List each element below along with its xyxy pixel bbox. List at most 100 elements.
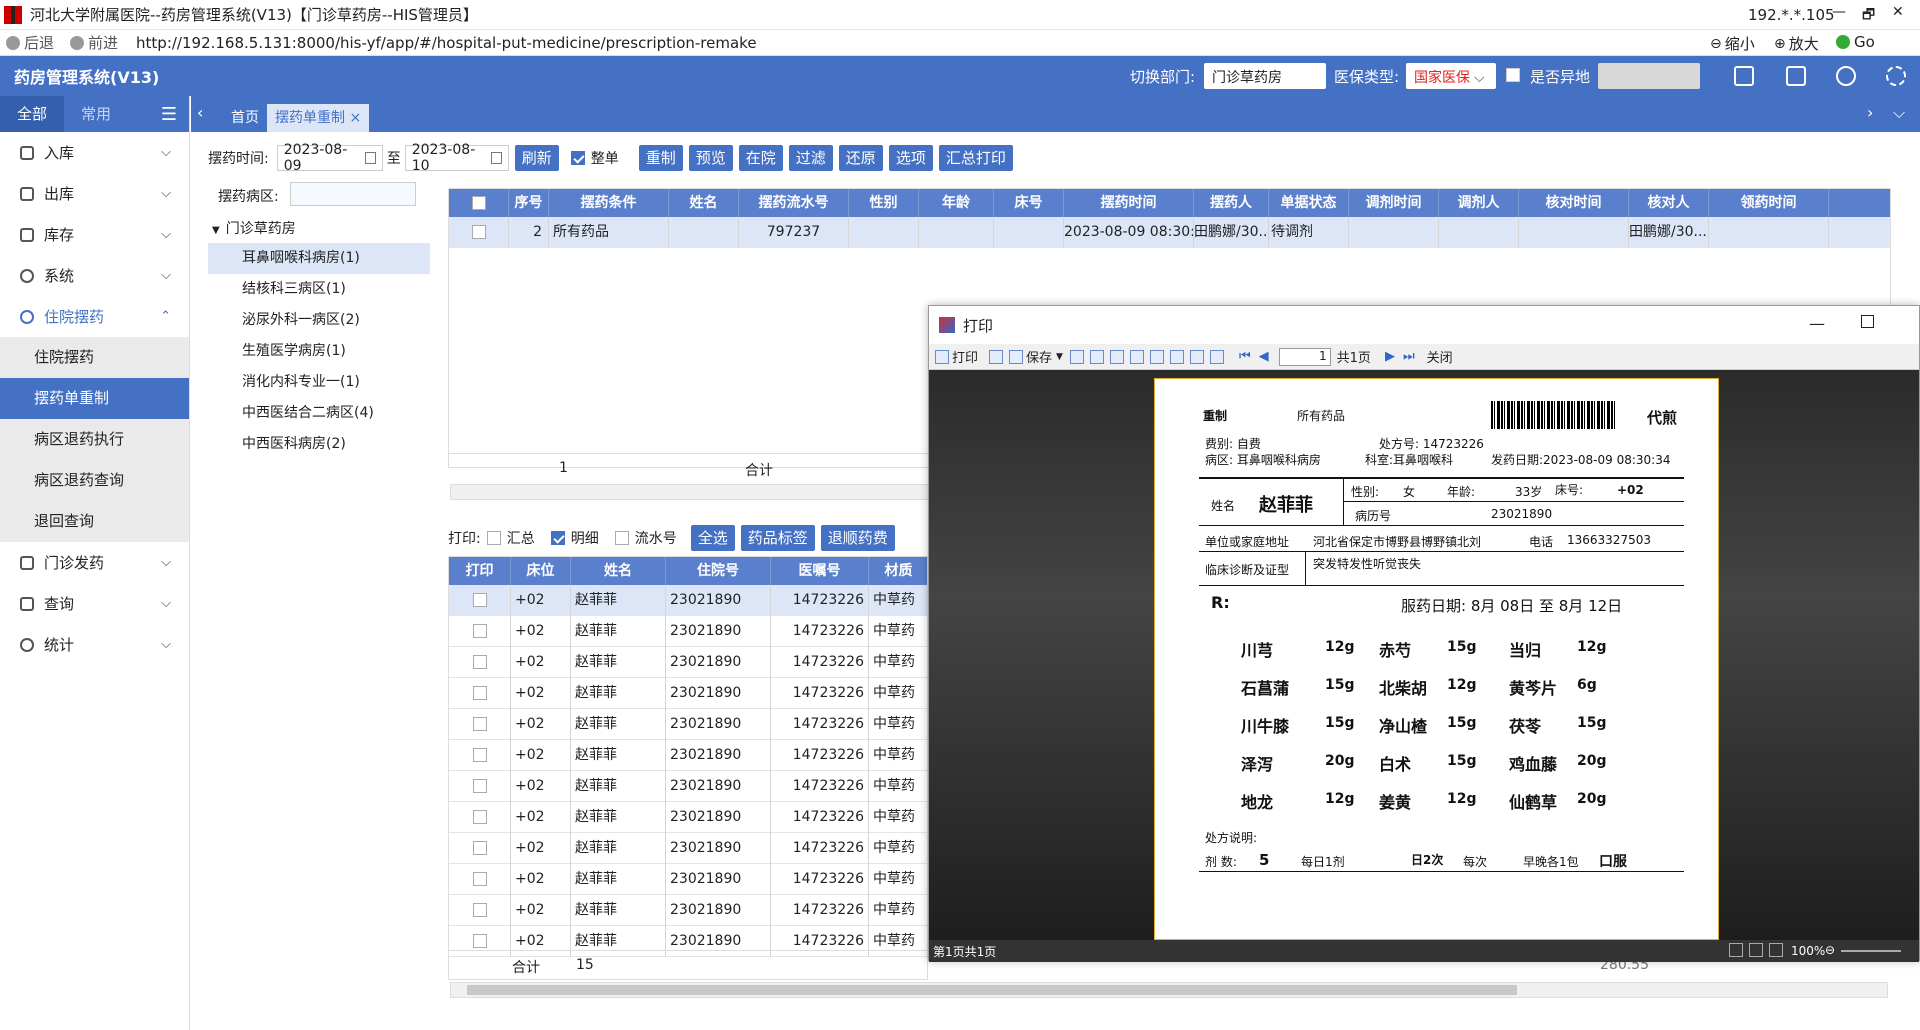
inhospital-button[interactable]: 在院	[738, 145, 783, 171]
back-button[interactable]: 后退	[6, 32, 54, 53]
tree-node[interactable]: 中西医科病房(2)	[208, 429, 430, 460]
find-icon[interactable]	[1089, 349, 1104, 364]
row-checkbox[interactable]	[472, 686, 487, 700]
chevron-right-icon[interactable]: ›	[1867, 103, 1873, 122]
maximize-icon[interactable]	[1861, 315, 1874, 328]
screen-icon[interactable]	[1734, 66, 1754, 86]
table-row[interactable]: +02 赵菲菲 23021890 14723226 中草药	[449, 585, 927, 616]
copy-icon[interactable]	[1169, 349, 1184, 364]
col-header[interactable]: 摆药条件	[549, 189, 669, 217]
row-checkbox[interactable]	[472, 779, 487, 793]
sidebar-tab-common[interactable]: 常用	[64, 96, 128, 132]
eye-icon[interactable]	[1836, 66, 1856, 86]
export-icon[interactable]	[1129, 349, 1144, 364]
summary-checkbox[interactable]	[486, 531, 501, 545]
tree-node[interactable]: 消化内科专业一(1)	[208, 367, 430, 398]
sidebar-subitem[interactable]: 退回查询	[0, 501, 189, 542]
tab-home[interactable]: 首页	[223, 104, 267, 132]
select-all-button[interactable]: 全选	[690, 525, 735, 551]
col-header[interactable]: 姓名	[669, 189, 739, 217]
row-checkbox[interactable]	[472, 841, 487, 855]
tree-node[interactable]: 泌尿外科一病区(2)	[208, 305, 430, 336]
caret-down-icon[interactable]: ▼	[1056, 352, 1063, 362]
refresh-button[interactable]: 刷新	[514, 145, 559, 171]
remake-button[interactable]: 重制	[638, 145, 683, 171]
minimize-icon[interactable]: —	[1809, 314, 1825, 333]
col-header[interactable]: 床位	[511, 557, 571, 585]
sidebar-tab-all[interactable]: 全部	[0, 96, 64, 132]
scrollbar-thumb[interactable]	[467, 985, 1517, 995]
table-row[interactable]: +02 赵菲菲 23021890 14723226 中草药	[449, 709, 927, 740]
tab-remake[interactable]: 摆药单重制 ×	[267, 104, 370, 132]
zoom-in-button[interactable]: ⊕ 放大	[1774, 33, 1819, 54]
preview-button[interactable]: 预览	[688, 145, 733, 171]
settings-icon[interactable]	[1209, 349, 1224, 364]
print-button[interactable]: 打印	[952, 347, 978, 366]
chevron-down-icon[interactable]: ⌵	[1893, 103, 1905, 123]
mail-icon[interactable]	[1069, 349, 1084, 364]
summary-print-button[interactable]: 汇总打印	[938, 145, 1013, 171]
go-button[interactable]: Go	[1836, 33, 1875, 51]
sidebar-item-inpatient[interactable]: 住院摆药 ⌃	[0, 296, 189, 337]
close-button[interactable]: ✕	[1892, 4, 1904, 20]
tree-node[interactable]: 结核科三病区(1)	[208, 274, 430, 305]
whole-checkbox[interactable]	[570, 151, 585, 165]
col-header[interactable]: 摆药流水号	[739, 189, 849, 217]
tree-node[interactable]: 生殖医学病房(1)	[208, 336, 430, 367]
return-fee-button[interactable]: 退顺药费	[820, 525, 895, 551]
dept-select[interactable]: 门诊草药房	[1204, 63, 1326, 89]
row-checkbox[interactable]	[472, 593, 487, 607]
gear-icon[interactable]	[1886, 66, 1906, 86]
row-checkbox[interactable]	[472, 655, 487, 669]
row-checkbox[interactable]	[472, 748, 487, 762]
sidebar-subitem-active[interactable]: 摆药单重制	[0, 378, 189, 419]
edit-icon[interactable]	[1149, 349, 1164, 364]
document-icon[interactable]	[1786, 66, 1806, 86]
first-page-icon[interactable]: ⏮	[1239, 349, 1251, 364]
sidebar-item-system[interactable]: 系统 ⌵	[0, 255, 189, 296]
table-row[interactable]: +02 赵菲菲 23021890 14723226 中草药	[449, 895, 927, 926]
sidebar-item-stock[interactable]: 库存 ⌵	[0, 214, 189, 255]
table-row[interactable]: +02 赵菲菲 23021890 14723226 中草药	[449, 647, 927, 678]
zoom-out-button[interactable]: ⊖ 缩小	[1710, 33, 1755, 54]
insurance-select[interactable]: 国家医保 ⌵	[1406, 63, 1496, 89]
next-page-icon[interactable]: ▶	[1385, 349, 1395, 364]
sidebar-subitem[interactable]: 病区退药查询	[0, 460, 189, 501]
col-header[interactable]: 年龄	[919, 189, 994, 217]
table-row[interactable]: +02 赵菲菲 23021890 14723226 中草药	[449, 740, 927, 771]
close-preview-button[interactable]: 关闭	[1427, 347, 1453, 366]
sidebar-item-outpatient[interactable]: 门诊发药 ⌵	[0, 542, 189, 583]
date-to-input[interactable]: 2023-08-10	[404, 142, 509, 174]
sidebar-item-inbound[interactable]: 入库 ⌵	[0, 132, 189, 173]
col-header[interactable]: 调剂人	[1439, 189, 1519, 217]
col-header[interactable]: 打印	[449, 557, 511, 585]
table-row[interactable]: +02 赵菲菲 23021890 14723226 中草药	[449, 616, 927, 647]
table-row[interactable]: 2 所有药品 797237 2023-08-09 08:30:... 田鹏娜/3…	[449, 217, 1890, 248]
col-header[interactable]: 材质	[869, 557, 927, 585]
row-checkbox[interactable]	[471, 225, 486, 239]
detail-checkbox[interactable]	[550, 531, 565, 545]
prev-page-icon[interactable]: ◀	[1259, 349, 1269, 364]
row-checkbox[interactable]	[472, 872, 487, 886]
col-header[interactable]: 单据状态	[1269, 189, 1349, 217]
chevron-left-icon[interactable]: ‹	[197, 103, 203, 122]
filter-button[interactable]: 过滤	[788, 145, 833, 171]
table-row[interactable]: +02 赵菲菲 23021890 14723226 中草药	[449, 833, 927, 864]
minimize-button[interactable]: —	[1832, 4, 1846, 20]
col-header[interactable]: 姓名	[571, 557, 666, 585]
col-header[interactable]: 核对时间	[1519, 189, 1629, 217]
multi-page-icon[interactable]	[1769, 943, 1783, 957]
fit-icon[interactable]	[1729, 943, 1743, 957]
options-button[interactable]: 选项	[888, 145, 933, 171]
page-input[interactable]: 1	[1278, 347, 1331, 366]
col-header[interactable]: 住院号	[666, 557, 771, 585]
sidebar-subitem[interactable]: 病区退药执行	[0, 419, 189, 460]
sidebar-item-stats[interactable]: 统计 ⌵	[0, 624, 189, 665]
zoom-out-icon[interactable]: ⊖	[1825, 943, 1835, 957]
row-checkbox[interactable]	[472, 810, 487, 824]
col-header[interactable]: 性别	[849, 189, 919, 217]
restore-button[interactable]: 🗗	[1862, 4, 1875, 28]
col-header[interactable]: 核对人	[1629, 189, 1709, 217]
zoom-slider[interactable]	[1841, 950, 1901, 952]
table-row[interactable]: +02 赵菲菲 23021890 14723226 中草药	[449, 802, 927, 833]
